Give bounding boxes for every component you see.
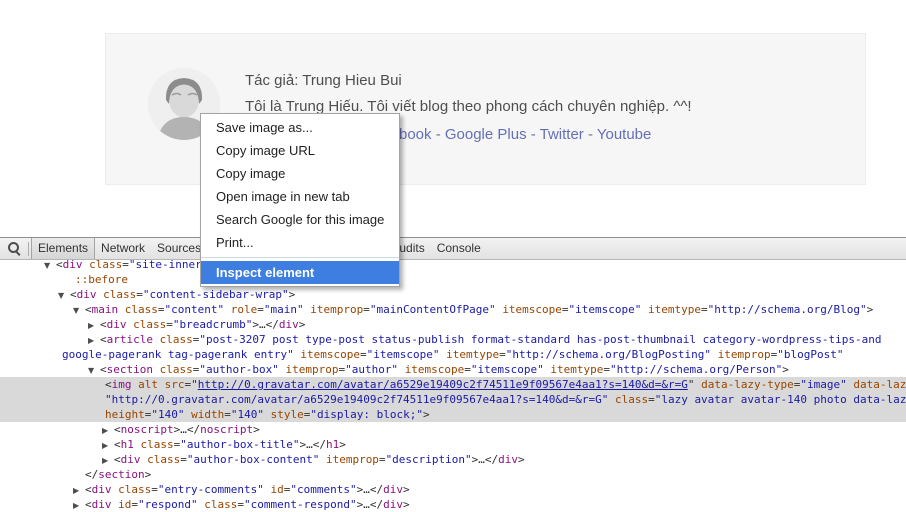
tab-sources[interactable]: Sources <box>151 238 207 259</box>
menu-item-save-image-as[interactable]: Save image as... <box>201 116 399 139</box>
tree-row[interactable]: ▶ <div id="respond" class="comment-respon… <box>0 497 906 512</box>
context-menu: Save image as... Copy image URL Copy image… <box>200 113 400 287</box>
disclosure-arrow-icon[interactable]: ▼ <box>58 288 64 303</box>
author-title: Tác giả: Trung Hieu Bui <box>245 72 402 89</box>
toolbar-separator <box>28 241 29 256</box>
tree-row-selected[interactable]: height="140" width="140" style="display:… <box>0 407 906 422</box>
tree-row[interactable]: </section> <box>0 467 906 482</box>
disclosure-arrow-icon[interactable]: ▶ <box>73 483 79 498</box>
tree-row[interactable]: ▶ <div class="author-box-content" itempro… <box>0 452 906 467</box>
context-menu-items: Save image as... Copy image URL Copy image… <box>201 116 399 254</box>
menu-separator <box>201 257 399 258</box>
tree-row[interactable]: ▼ <section class="author-box" itemprop="a… <box>0 362 906 377</box>
tree-row[interactable]: ▶ <div class="breadcrumb">…</div> <box>0 317 906 332</box>
search-icon[interactable] <box>8 242 21 256</box>
disclosure-arrow-icon[interactable]: ▶ <box>88 333 94 348</box>
tree-row[interactable]: ::before <box>0 272 906 287</box>
tab-elements[interactable]: Elements <box>31 238 96 259</box>
menu-item-open-image-in-new-tab[interactable]: Open image in new tab <box>201 185 399 208</box>
elements-tree[interactable]: ▼<div class="site-inner">::before▼<div c… <box>0 257 906 512</box>
menu-item-print[interactable]: Print... <box>201 231 399 254</box>
tree-row[interactable]: ▶ <h1 class="author-box-title">…</h1> <box>0 437 906 452</box>
tree-row[interactable]: ▶ <noscript>…</noscript> <box>0 422 906 437</box>
tree-row[interactable]: ▼ <main class="content" role="main" itemp… <box>0 302 906 317</box>
disclosure-arrow-icon[interactable]: ▶ <box>102 423 108 438</box>
menu-item-search-google-for-this-image[interactable]: Search Google for this image <box>201 208 399 231</box>
tab-network[interactable]: Network <box>95 238 151 259</box>
disclosure-arrow-icon[interactable]: ▶ <box>73 498 79 512</box>
tab-console[interactable]: Console <box>431 238 487 259</box>
tree-row[interactable]: ▶ <div class="entry-comments" id="comment… <box>0 482 906 497</box>
tree-row[interactable]: google-pagerank tag-pagerank entry" item… <box>0 347 906 362</box>
menu-item-inspect-element[interactable]: Inspect element <box>201 261 399 284</box>
disclosure-arrow-icon[interactable]: ▶ <box>102 453 108 468</box>
disclosure-arrow-icon[interactable]: ▼ <box>73 303 79 318</box>
disclosure-arrow-icon[interactable]: ▶ <box>102 438 108 453</box>
devtools-toolbar: ElementsNetworkSourcesTimelineProfilesRe… <box>0 238 906 260</box>
tree-row[interactable]: ▼ <div class="content-sidebar-wrap"> <box>0 287 906 302</box>
menu-item-copy-image[interactable]: Copy image <box>201 162 399 185</box>
tree-row-selected[interactable]: "http://0.gravatar.com/avatar/a6529e1940… <box>0 392 906 407</box>
author-social-links[interactable]: book - Google Plus - Twitter - Youtube <box>399 126 651 143</box>
devtools-panel: ▼<div class="site-inner">::before▼<div c… <box>0 237 906 511</box>
disclosure-arrow-icon[interactable]: ▶ <box>88 318 94 333</box>
tree-row[interactable]: ▶ <article class="post-3207 post type-pos… <box>0 332 906 347</box>
menu-item-copy-image-url[interactable]: Copy image URL <box>201 139 399 162</box>
tree-row-selected[interactable]: <img alt src="http://0.gravatar.com/avat… <box>0 377 906 392</box>
disclosure-arrow-icon[interactable]: ▼ <box>88 363 94 378</box>
disclosure-arrow-icon[interactable]: ▼ <box>44 258 50 273</box>
